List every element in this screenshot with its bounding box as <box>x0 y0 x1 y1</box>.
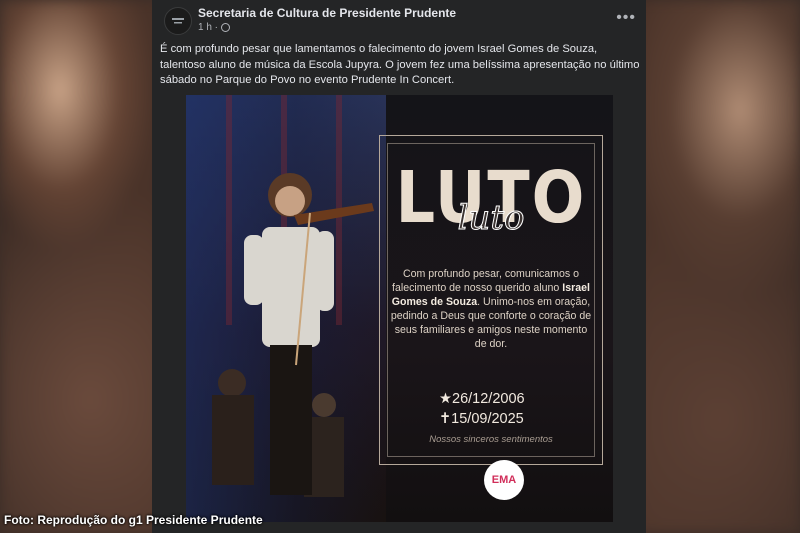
message-intro: Com profundo pesar, comunicamos o faleci… <box>392 268 580 294</box>
school-logo-text: EMA <box>491 474 517 486</box>
post-header: Secretaria de Cultura de Presidente Prud… <box>152 0 646 40</box>
violinist-photo <box>212 173 374 497</box>
page-name[interactable]: Secretaria de Cultura de Presidente Prud… <box>198 6 456 20</box>
more-options-icon[interactable]: ••• <box>616 9 636 27</box>
death-date-row: ✝15/09/2025 <box>439 409 525 429</box>
cross-icon: ✝ <box>439 411 452 427</box>
memorial-poster-image[interactable]: LUTO luto Com profundo pesar, comunicamo… <box>186 95 613 522</box>
poster-message: Com profundo pesar, comunicamos o faleci… <box>389 267 593 351</box>
death-date: 15/09/2025 <box>451 411 524 427</box>
poster-sentiments: Nossos sinceros sentimentos <box>429 434 553 445</box>
facebook-post: Secretaria de Cultura de Presidente Prud… <box>152 0 646 533</box>
globe-icon <box>221 23 231 32</box>
poster-dates: ★26/12/2006 ✝15/09/2025 <box>439 389 525 429</box>
poster-script-title: luto <box>457 198 525 239</box>
photo-caption: Foto: Reprodução do g1 Presidente Pruden… <box>4 513 263 527</box>
school-logo: EMA <box>484 460 524 500</box>
post-text: É com profundo pesar que lamentamos o fa… <box>160 43 640 86</box>
post-meta: 1 h · <box>198 22 231 33</box>
post-time[interactable]: 1 h · <box>198 22 218 33</box>
page-logo-icon <box>172 18 184 24</box>
birth-date: 26/12/2006 <box>452 391 525 407</box>
birth-date-row: ★26/12/2006 <box>439 389 525 409</box>
page-avatar[interactable] <box>164 7 192 35</box>
star-icon: ★ <box>439 391 452 407</box>
